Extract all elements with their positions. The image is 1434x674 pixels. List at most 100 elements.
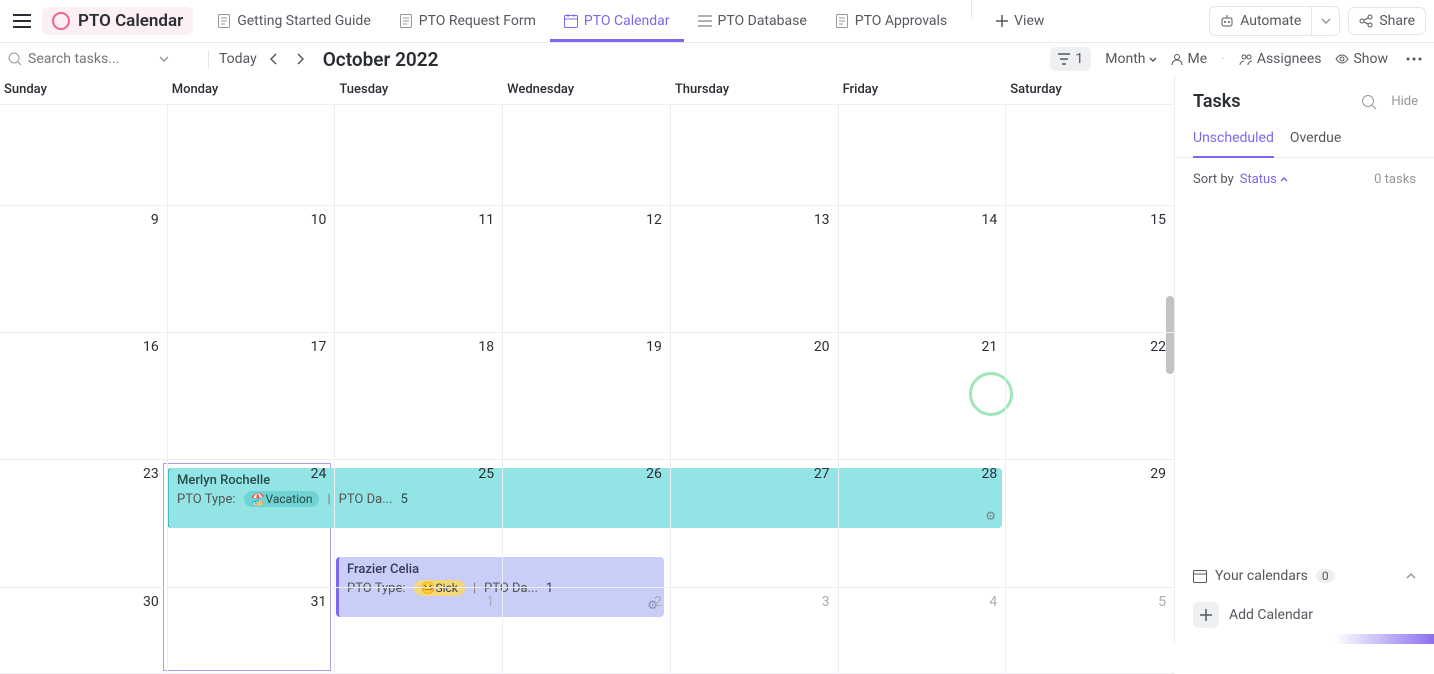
calendar-day[interactable]: 27	[671, 460, 839, 588]
divider	[971, 0, 972, 18]
tab-label: PTO Database	[718, 13, 807, 29]
day-number: 12	[646, 212, 662, 228]
your-calendars-label: Your calendars	[1215, 568, 1308, 584]
calendar-day[interactable]: 14	[839, 206, 1007, 333]
dot-sep: ·	[1221, 51, 1225, 67]
doc-icon	[835, 14, 849, 28]
plus-icon	[996, 15, 1008, 27]
calendar-day[interactable]: 25	[335, 460, 503, 588]
calendar-day[interactable]: 3	[671, 588, 839, 674]
search-icon	[1361, 94, 1377, 110]
day-number: 5	[1158, 594, 1166, 610]
your-calendars-section[interactable]: Your calendars 0	[1175, 558, 1434, 594]
chevron-up-icon	[1280, 177, 1288, 182]
calendar-day[interactable]: 15	[1006, 206, 1174, 333]
prev-month-button[interactable]	[263, 48, 285, 70]
next-month-button[interactable]	[289, 48, 311, 70]
floating-action[interactable]	[1334, 634, 1434, 644]
add-calendar-button[interactable]	[1193, 602, 1219, 628]
calendar-day[interactable]	[839, 105, 1007, 206]
calendar-day[interactable]: 20	[671, 333, 839, 460]
sort-by-button[interactable]: Status	[1240, 172, 1288, 187]
dots-icon	[1406, 57, 1422, 61]
divider	[208, 50, 209, 68]
calendar-day[interactable]	[1006, 105, 1174, 206]
show-button[interactable]: Show	[1335, 51, 1388, 67]
menu-button[interactable]	[8, 7, 36, 35]
day-number: 10	[311, 212, 327, 228]
calendar-icon	[1193, 569, 1207, 583]
search-dropdown[interactable]	[154, 49, 174, 69]
calendar-day[interactable]: 30	[0, 588, 168, 674]
calendar-day[interactable]: 10	[168, 206, 336, 333]
filter-chip[interactable]: 1	[1050, 47, 1091, 71]
day-number: 16	[143, 339, 159, 355]
calendar-day[interactable]: 19	[503, 333, 671, 460]
tab-label: PTO Calendar	[584, 13, 670, 29]
calendar-day[interactable]: 11	[335, 206, 503, 333]
calendar-day[interactable]: 31	[168, 588, 336, 674]
calendar-day[interactable]: 13	[671, 206, 839, 333]
calendar-day[interactable]: 12	[503, 206, 671, 333]
calendar-day[interactable]: 26	[503, 460, 671, 588]
calendar-day[interactable]: 9	[0, 206, 168, 333]
calendar-day[interactable]: 18	[335, 333, 503, 460]
list-icon	[698, 14, 712, 28]
day-number: 1	[486, 594, 494, 610]
calendar-day[interactable]: 4	[839, 588, 1007, 674]
me-button[interactable]: Me	[1171, 51, 1207, 67]
workspace-name: PTO Calendar	[78, 11, 183, 31]
assignees-button[interactable]: Assignees	[1239, 51, 1322, 67]
calendar-day[interactable]: 16	[0, 333, 168, 460]
share-button[interactable]: Share	[1348, 7, 1426, 35]
more-button[interactable]	[1402, 47, 1426, 71]
month-label: October 2022	[323, 48, 439, 71]
calendar-day[interactable]: 17	[168, 333, 336, 460]
day-number: 15	[1150, 212, 1166, 228]
day-number: 9	[151, 212, 159, 228]
tab-pto-calendar[interactable]: PTO Calendar	[550, 0, 684, 42]
user-icon	[1171, 53, 1183, 65]
calendar-day[interactable]: 24	[168, 460, 336, 588]
day-number: 26	[646, 466, 662, 482]
automate-button[interactable]: Automate	[1210, 8, 1311, 34]
calendar-day[interactable]	[671, 105, 839, 206]
side-search-button[interactable]	[1361, 94, 1377, 110]
tab-getting-started[interactable]: Getting Started Guide	[203, 0, 385, 42]
add-calendar-label: Add Calendar	[1229, 607, 1313, 623]
calendar-day[interactable]	[335, 105, 503, 206]
search-icon	[8, 52, 22, 66]
calendar-day[interactable]: 1	[335, 588, 503, 674]
calendar-day[interactable]: 29	[1006, 460, 1174, 588]
collapse-button[interactable]	[1406, 573, 1416, 579]
chevron-left-icon	[270, 53, 278, 65]
automate-split-button: Automate	[1209, 6, 1340, 36]
calendar-day[interactable]: 22	[1006, 333, 1174, 460]
plus-icon	[1200, 609, 1212, 621]
side-hide-button[interactable]: Hide	[1391, 94, 1418, 109]
calendar-day[interactable]	[0, 105, 168, 206]
workspace-chip[interactable]: PTO Calendar	[42, 7, 193, 35]
calendar-day[interactable]: 23	[0, 460, 168, 588]
day-header-sunday: Sunday	[0, 75, 168, 104]
add-view-button[interactable]: View	[982, 0, 1058, 42]
day-number: 18	[478, 339, 494, 355]
view-scale-button[interactable]: Month	[1105, 51, 1157, 67]
side-tab-unscheduled[interactable]: Unscheduled	[1193, 120, 1274, 158]
search-input[interactable]	[28, 51, 148, 67]
show-label: Show	[1353, 51, 1388, 67]
tab-request-form[interactable]: PTO Request Form	[385, 0, 550, 42]
calendar-day[interactable]	[503, 105, 671, 206]
calendar-day[interactable]: 28	[839, 460, 1007, 588]
filter-icon	[1058, 53, 1070, 65]
tab-pto-database[interactable]: PTO Database	[684, 0, 821, 42]
side-tab-overdue[interactable]: Overdue	[1290, 120, 1341, 157]
automate-dropdown[interactable]	[1311, 7, 1339, 35]
calendar-day[interactable]	[168, 105, 336, 206]
tab-pto-approvals[interactable]: PTO Approvals	[821, 0, 961, 42]
calendar-day[interactable]: 2	[503, 588, 671, 674]
calendar-day[interactable]: 21	[839, 333, 1007, 460]
day-number: 27	[814, 466, 830, 482]
calendar-day[interactable]: 5	[1006, 588, 1174, 674]
today-button[interactable]: Today	[219, 51, 257, 67]
